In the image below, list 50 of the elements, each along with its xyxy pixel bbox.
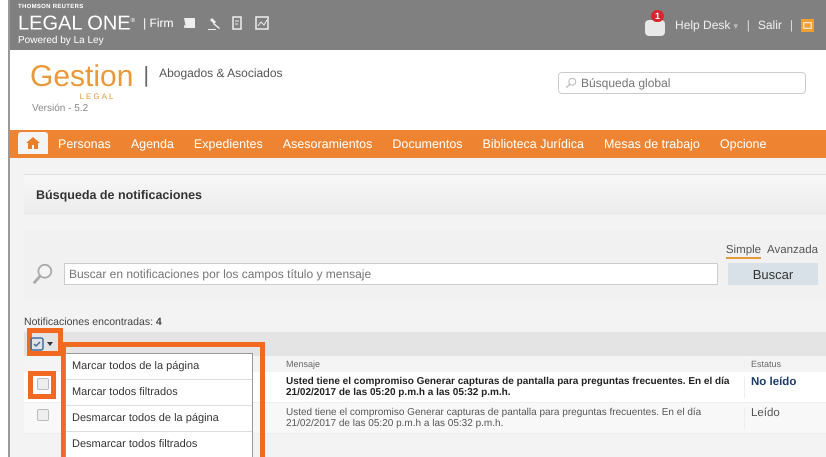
results-count: Notificaciones encontradas: 4 [24, 316, 163, 330]
nav-item[interactable]: Expedientes [184, 130, 273, 158]
search-button[interactable]: Buscar [728, 263, 818, 285]
report-icon[interactable] [254, 14, 270, 30]
highlight-frame [28, 371, 56, 399]
product-name: LEGAL ONE$^{®}$ [18, 12, 136, 35]
panel-title: Búsqueda de notificaciones [36, 188, 202, 202]
nav-item[interactable]: Opcione [710, 130, 776, 158]
menu-item[interactable]: Desmarcar todos filtrados [66, 432, 252, 457]
search-field[interactable]: Buscar en notificaciones por los campos título y mensaje [64, 263, 718, 285]
nav-item[interactable]: Asesoramientos [272, 130, 382, 158]
column-header: Mensaje [278, 359, 745, 369]
edition-label: | Firm [143, 16, 174, 30]
home-icon [25, 136, 41, 150]
menu-item[interactable]: Marcar todos de la página [66, 354, 252, 380]
mail-icon[interactable] [801, 18, 814, 32]
message-cell: Usted tiene el compromiso Generar capturas de pantalla para preguntas frecuentes. En el día 21/02/2017 de las 05:20 p.m.h a las 05:32 p.m.h. [278, 407, 745, 429]
nav-item[interactable]: Documentos [382, 130, 473, 158]
search-icon [565, 77, 577, 89]
menu-item[interactable]: Marcar todos filtrados [66, 380, 252, 406]
status-cell-text: No leído [750, 376, 798, 390]
brand-name: Gestion [30, 62, 134, 92]
search-icon [32, 263, 54, 285]
nav-item[interactable]: Personas [48, 130, 121, 158]
nav-item[interactable]: Agenda [120, 130, 184, 158]
message-cell: Usted tiene el compromiso Generar capturas de pantalla para preguntas frecuentes. En el día 21/02/2017 de las 05:20 p.m.h a las 05:32 p.m.h. [278, 376, 745, 398]
status-cell-text: Leído [750, 407, 781, 421]
notification-badge: 1 [651, 10, 664, 22]
brand-subtitle: LEGAL [80, 92, 116, 101]
firm-name: Abogados & Asociados [159, 66, 283, 80]
search-mode-tab[interactable]: Avanzada [767, 244, 818, 259]
checkbox-icon [30, 337, 44, 351]
powered-by-label: Powered by La Ley [18, 34, 105, 46]
notification-icon[interactable] [645, 20, 666, 36]
separator: | [143, 62, 150, 88]
logout-link[interactable]: Salir [758, 18, 782, 32]
search-mode-tab[interactable]: Simple [726, 244, 762, 259]
nav-item[interactable]: Biblioteca Jurídica [472, 130, 594, 158]
nav-item[interactable]: Mesas de trabajo [594, 130, 710, 158]
column-header: Estatus [750, 359, 782, 369]
separator: | [746, 18, 750, 32]
separator: | [790, 18, 793, 32]
version-label: Versión - 5.2 [32, 103, 90, 114]
row-checkbox[interactable] [37, 409, 49, 421]
menu-item[interactable]: Desmarcar todos de la página [66, 406, 252, 432]
home-tab[interactable] [18, 132, 48, 154]
global-search-field[interactable]: Búsqueda global [558, 72, 806, 94]
help-desk-link[interactable]: Help Desk ▾ [675, 18, 739, 32]
caret-icon [47, 342, 53, 346]
row-checkbox[interactable] [37, 378, 49, 390]
